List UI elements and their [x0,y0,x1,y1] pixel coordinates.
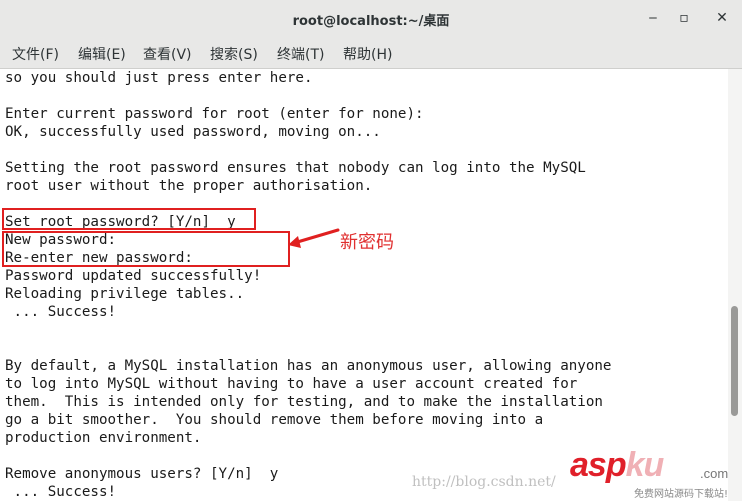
logo-asp: asp [570,446,627,484]
menu-view[interactable]: 查看(V) [143,44,192,64]
highlight-box-new-password [2,231,290,267]
terminal-area[interactable]: so you should just press enter here. Ent… [0,69,728,501]
scrollbar-thumb[interactable] [731,306,738,416]
menu-help[interactable]: 帮助(H) [343,44,392,64]
menu-file[interactable]: 文件(F) [12,44,59,64]
terminal-line: to log into MySQL without having to have… [5,376,578,392]
annotation-arrow-icon [288,228,340,248]
menu-search[interactable]: 搜索(S) [210,44,258,64]
terminal-line: ... Success! [5,484,117,500]
terminal-line: Reloading privilege tables.. [5,286,245,302]
terminal-line: root user without the proper authorisati… [5,178,373,194]
scrollbar-track[interactable] [728,69,742,501]
watermark-url: http://blog.csdn.net/ [412,474,556,490]
menu-bar: 文件(F) 编辑(E) 查看(V) 搜索(S) 终端(T) 帮助(H) [0,38,742,69]
terminal-line: so you should just press enter here. [5,70,313,86]
title-bar: root@localhost:~/桌面 ‒ ▫ ✕ [0,0,742,38]
watermark-logo: aspku [570,446,665,485]
logo-ku: ku [625,446,665,484]
terminal-line: ... Success! [5,304,117,320]
terminal-line: them. This is intended only for testing,… [5,394,603,410]
maximize-icon[interactable]: ▫ [675,9,693,27]
terminal-line: Remove anonymous users? [Y/n] y [5,466,279,482]
terminal-line: Enter current password for root (enter f… [5,106,424,122]
minimize-icon[interactable]: ‒ [644,9,662,27]
logo-subtitle: 免费网站源码下载站! [634,489,729,500]
terminal-line: OK, successfully used password, moving o… [5,124,381,140]
menu-terminal[interactable]: 终端(T) [277,44,324,64]
terminal-line: go a bit smoother. You should remove the… [5,412,544,428]
terminal-line: production environment. [5,430,202,446]
window-title: root@localhost:~/桌面 [292,14,450,29]
annotation-label: 新密码 [340,232,394,253]
terminal-line: By default, a MySQL installation has an … [5,358,612,374]
terminal-line: Password updated successfully! [5,268,262,284]
logo-com: .com [700,466,729,481]
menu-edit[interactable]: 编辑(E) [78,44,126,64]
highlight-box-set-password [2,208,256,230]
close-icon[interactable]: ✕ [713,9,731,27]
terminal-line: Setting the root password ensures that n… [5,160,586,176]
